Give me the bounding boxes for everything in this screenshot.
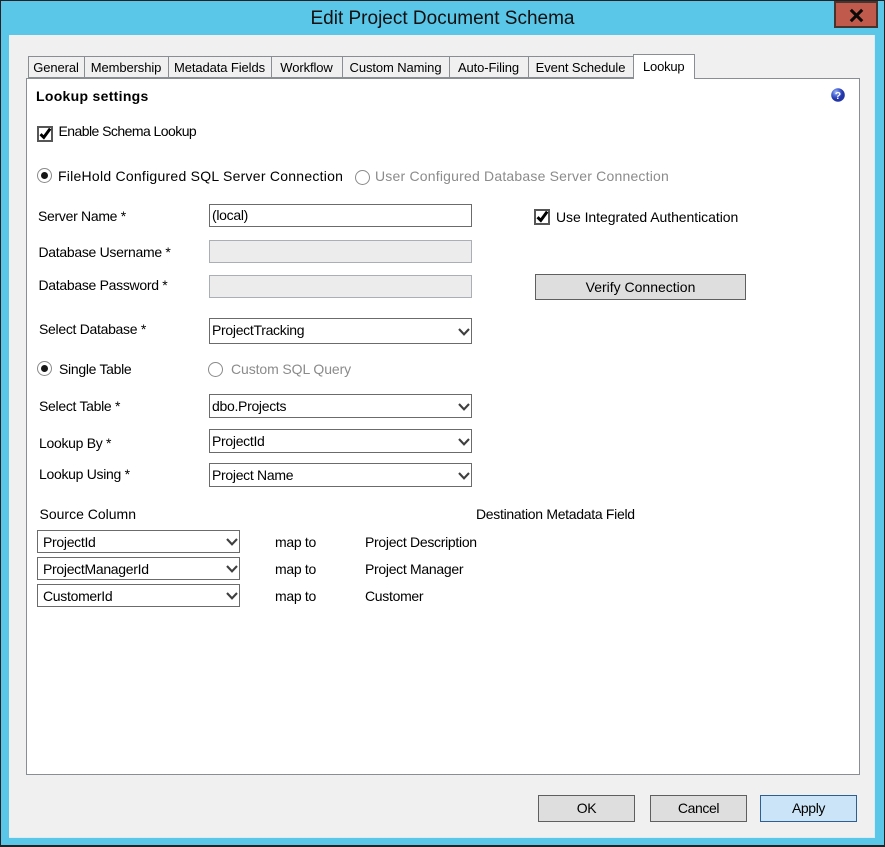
svg-text:?: ? (835, 90, 841, 102)
